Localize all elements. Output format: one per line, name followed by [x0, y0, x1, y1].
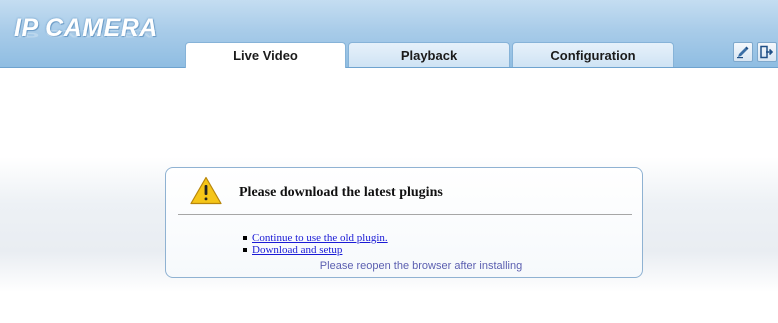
tab-playback[interactable]: Playback [348, 42, 510, 67]
bullet [243, 248, 247, 252]
app-logo-reflection: IP CAMERA [14, 27, 158, 40]
edit-button[interactable] [733, 42, 753, 62]
reopen-browser-note: Please reopen the browser after installi… [319, 260, 523, 272]
tab-live-video[interactable]: Live Video [185, 42, 346, 68]
option-download: Download and setup [243, 244, 342, 256]
continue-old-plugin-link[interactable]: Continue to use the old plugin. [252, 232, 388, 244]
option-old-plugin: Continue to use the old plugin. [243, 232, 388, 244]
edit-icon [737, 46, 749, 59]
bullet [243, 236, 247, 240]
tab-label: Configuration [550, 47, 636, 63]
download-setup-link[interactable]: Download and setup [252, 244, 342, 256]
tab-label: Playback [400, 47, 458, 63]
plugin-download-dialog: Please download the latest plugins Conti… [165, 167, 643, 278]
dialog-title: Please download the latest plugins [239, 185, 443, 200]
logout-button[interactable] [757, 42, 777, 62]
tab-label: Live Video [233, 48, 298, 63]
tab-configuration[interactable]: Configuration [512, 42, 674, 67]
logout-icon [760, 45, 774, 59]
app-header: IP CAMERA IP CAMERA Live Video Playback … [0, 0, 778, 68]
dialog-divider [178, 214, 632, 215]
warning-icon [190, 176, 222, 205]
